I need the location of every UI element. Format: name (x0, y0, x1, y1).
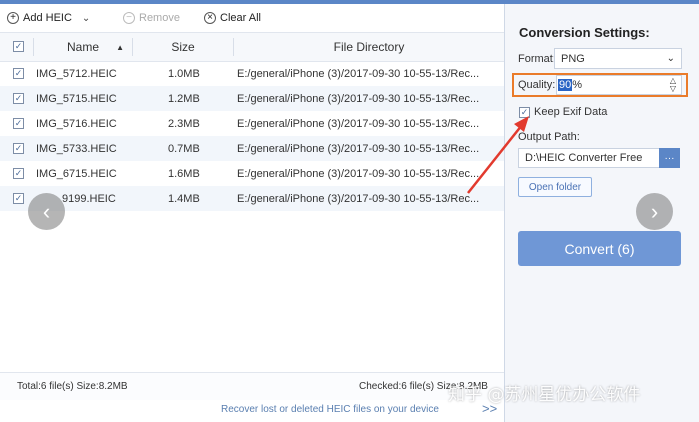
red-arrow-annotation (467, 116, 529, 194)
watermark-text: 知乎 @苏州星优办公软件 (448, 385, 641, 405)
arrow-head (514, 116, 529, 132)
arrow-shaft (467, 124, 523, 194)
